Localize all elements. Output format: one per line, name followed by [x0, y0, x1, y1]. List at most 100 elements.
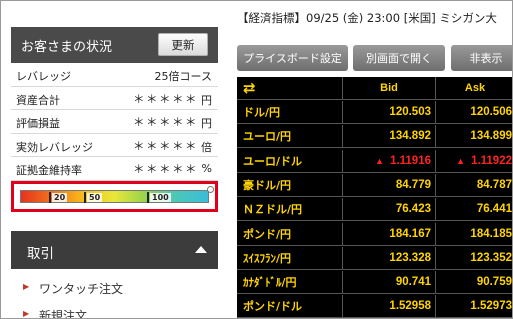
account-row-unit: 円 [201, 117, 212, 130]
price-board-settings-button[interactable]: プライスボード設定 [237, 45, 348, 71]
price-board-row[interactable]: ｽｲｽﾌﾗﾝ/円 123.328 123.352 [237, 246, 512, 270]
bid-value: 123.328 [389, 251, 431, 264]
bid-price[interactable]: 134.892 [343, 125, 436, 149]
account-row-label: 資産合計 [16, 93, 60, 107]
ask-value: 76.441 [476, 203, 512, 216]
currency-pair: ドル/円 [237, 101, 343, 124]
menu-item-new-order[interactable]: ▶ 新規注文 [11, 300, 218, 318]
price-board-row[interactable]: ｶﾅﾀﾞﾄﾞﾙ/円 90.741 90.759 [237, 271, 512, 295]
bid-value: 184.167 [389, 227, 431, 240]
gauge-tick [84, 192, 86, 203]
price-board-row[interactable]: ユーロ/ドル ▲ 1.11916 ▲ 1.11922 [237, 149, 512, 173]
hide-button[interactable]: 非表示 [451, 45, 512, 71]
collapse-arrow-icon[interactable] [195, 246, 207, 253]
account-row-unit: 円 [201, 93, 212, 107]
bid-value: 120.503 [389, 106, 431, 118]
ask-price[interactable]: 84.787 [436, 174, 512, 197]
currency-pair: ｽｲｽﾌﾗﾝ/円 [237, 246, 343, 270]
bullet-icon: ▶ [23, 309, 30, 318]
news-ticker[interactable]: 【経済指標】09/25 (金) 23:00 [米国] ミシガン大 [237, 10, 497, 26]
trade-section-title: 取引 [27, 246, 54, 262]
gauge-label-100: 100 [150, 193, 171, 202]
ask-header: Ask [464, 82, 486, 94]
ask-price[interactable]: 76.441 [436, 198, 512, 221]
ask-value: 120.506 [470, 106, 512, 118]
price-board-row[interactable]: 豪ドル/円 84.779 84.787 [237, 173, 512, 197]
ask-price[interactable]: 1.52973 [436, 295, 512, 318]
currency-pair: ポンド/ドル [237, 295, 343, 318]
bid-value: 134.892 [389, 130, 431, 143]
currency-pair: ユーロ/円 [237, 125, 343, 149]
account-row-value: 25倍コース [154, 70, 212, 83]
price-board-row[interactable]: ドル/円 120.503 120.506 [237, 101, 512, 124]
account-row-leverage: レバレッジ 25倍コース [11, 63, 218, 87]
refresh-icon[interactable]: ⇄ [243, 79, 256, 97]
margin-gauge-bar: 20 50 100 [20, 190, 209, 203]
account-row-value: ＊＊＊＊＊ [133, 91, 198, 106]
price-board-row[interactable]: ＮＺドル/円 76.423 76.441 [237, 198, 512, 222]
margin-gauge-highlight: 20 50 100 [11, 181, 218, 212]
ask-price[interactable]: 184.185 [436, 223, 512, 246]
bid-price[interactable]: 84.779 [343, 173, 436, 197]
currency-pair: ポンド/円 [237, 222, 343, 246]
currency-pair: ユーロ/ドル [237, 149, 343, 173]
gauge-tick [147, 192, 149, 203]
bid-price[interactable]: 184.167 [343, 222, 436, 246]
refresh-cell[interactable]: ⇄ [237, 77, 343, 100]
bid-price[interactable]: 120.503 [343, 101, 436, 124]
gauge-tick [49, 192, 51, 203]
ask-value: 134.899 [470, 130, 512, 143]
gauge-label-20: 20 [52, 193, 68, 202]
ask-price[interactable]: 123.352 [436, 247, 512, 270]
account-row-label: 評価損益 [16, 117, 60, 130]
ask-price[interactable]: ▲ 1.11922 [436, 150, 512, 173]
refresh-button[interactable]: 更新 [158, 33, 208, 56]
account-row-unrealized-pl: 評価損益 ＊＊＊＊＊ 円 [11, 110, 218, 134]
account-row-value: ＊＊＊＊＊ [133, 115, 198, 129]
open-separate-window-button[interactable]: 別画面で開く [353, 45, 445, 71]
account-row-label: 証拠金維持率 [16, 164, 82, 177]
bid-price[interactable]: 76.423 [343, 198, 436, 222]
price-board: ⇄ Bid Ask ドル/円 120.503 120.506 ユーロ/円 134.892… [237, 77, 512, 318]
bid-value: 1.11916 [390, 154, 431, 167]
account-row-margin-ratio: 証拠金維持率 ＊＊＊＊＊ % [11, 157, 218, 181]
trade-section-header[interactable]: 取引 [11, 231, 218, 269]
ask-price[interactable]: 134.899 [436, 125, 512, 148]
menu-item-label: ワンタッチ注文 [39, 282, 124, 296]
bullet-icon: ▶ [23, 282, 30, 291]
account-row-value: ＊＊＊＊＊ [133, 138, 198, 153]
bid-price[interactable]: 123.328 [343, 246, 436, 270]
bid-value: 90.741 [395, 276, 431, 289]
ask-value: 1.11922 [471, 154, 512, 167]
bid-price[interactable]: 90.741 [343, 271, 436, 295]
currency-pair: 豪ドル/円 [237, 173, 343, 197]
account-status-header: お客さまの状況 更新 [11, 27, 218, 63]
account-row-effective-leverage: 実効レバレッジ ＊＊＊＊＊ 倍 [11, 134, 218, 157]
app-frame: お客さまの状況 更新 レバレッジ 25倍コース 資産合計 ＊＊＊＊＊ 円 評価損… [0, 0, 513, 319]
price-board-row[interactable]: ユーロ/円 134.892 134.899 [237, 125, 512, 149]
ask-value: 184.185 [470, 227, 512, 240]
ask-price[interactable]: 90.759 [436, 271, 512, 294]
left-panel: お客さまの状況 更新 レバレッジ 25倍コース 資産合計 ＊＊＊＊＊ 円 評価損… [11, 13, 218, 318]
ask-value: 123.352 [470, 251, 512, 264]
ask-value: 1.52973 [470, 300, 512, 313]
right-panel: 【経済指標】09/25 (金) 23:00 [米国] ミシガン大 プライスボード… [235, 1, 512, 318]
bid-price[interactable]: ▲ 1.11916 [343, 149, 436, 173]
menu-item-one-touch-order[interactable]: ▶ ワンタッチ注文 [11, 273, 218, 301]
bid-value: 76.423 [395, 203, 431, 216]
bid-price[interactable]: 1.52958 [343, 295, 436, 318]
account-row-value: ＊＊＊＊＊ [133, 162, 198, 176]
up-arrow-icon: ▲ [375, 155, 385, 166]
ask-price[interactable]: 120.506 [436, 101, 512, 124]
gauge-marker-icon [207, 186, 214, 193]
bid-value: 1.52958 [389, 300, 431, 313]
up-arrow-icon: ▲ [456, 155, 466, 166]
currency-pair: ｶﾅﾀﾞﾄﾞﾙ/円 [237, 271, 343, 295]
gauge-label-50: 50 [87, 193, 103, 202]
price-board-row[interactable]: ポンド/円 184.167 184.185 [237, 222, 512, 246]
account-row-unit: % [201, 162, 212, 175]
bid-value: 84.779 [395, 178, 431, 191]
account-status-title: お客さまの状況 [21, 40, 113, 55]
price-board-row[interactable]: ポンド/ドル 1.52958 1.52973 [237, 295, 512, 318]
ask-value: 84.787 [476, 178, 512, 191]
